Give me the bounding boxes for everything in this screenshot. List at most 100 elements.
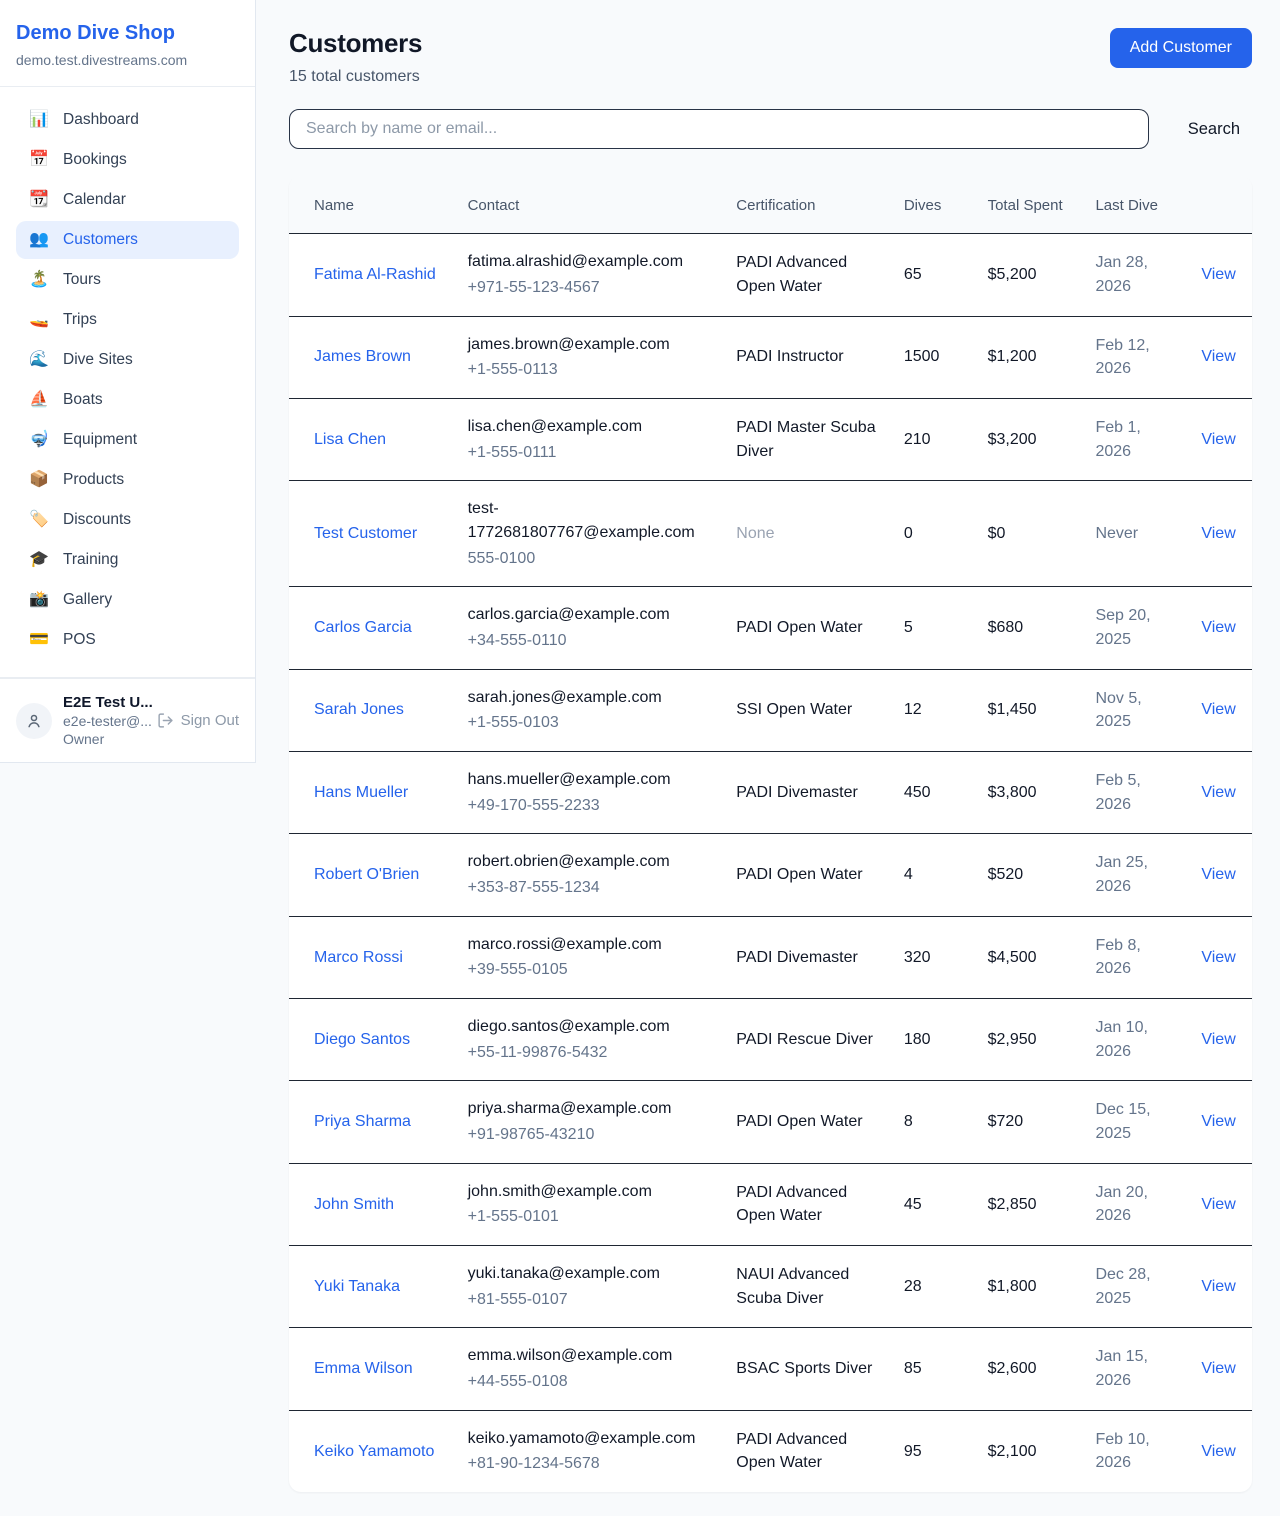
customer-name-link[interactable]: Sarah Jones bbox=[314, 698, 404, 722]
main-content: Customers 15 total customers Add Custome… bbox=[256, 0, 1280, 1516]
customer-name-link[interactable]: Fatima Al-Rashid bbox=[314, 263, 436, 287]
col-certification: Certification bbox=[724, 176, 892, 234]
customer-name-link[interactable]: Keiko Yamamoto bbox=[314, 1440, 434, 1464]
table-row: Fatima Al-Rashid fatima.alrashid@example… bbox=[289, 234, 1252, 316]
table-row: Priya Sharma priya.sharma@example.com +9… bbox=[289, 1081, 1252, 1163]
customer-last-dive: Dec 28, 2025 bbox=[1083, 1246, 1189, 1328]
view-link[interactable]: View bbox=[1201, 525, 1235, 542]
view-link[interactable]: View bbox=[1201, 949, 1235, 966]
customer-phone: +1-555-0103 bbox=[468, 711, 713, 735]
view-link[interactable]: View bbox=[1201, 701, 1235, 718]
customer-email: lisa.chen@example.com bbox=[468, 415, 713, 439]
customer-last-dive: Feb 12, 2026 bbox=[1083, 316, 1189, 398]
customer-name-link[interactable]: Carlos Garcia bbox=[314, 616, 412, 640]
user-icon bbox=[25, 712, 43, 730]
customer-name-link[interactable]: Priya Sharma bbox=[314, 1110, 411, 1134]
customer-name-link[interactable]: James Brown bbox=[314, 345, 411, 369]
sign-out-label: Sign Out bbox=[181, 712, 239, 729]
customer-phone: +55-11-99876-5432 bbox=[468, 1041, 713, 1065]
customer-name-link[interactable]: Test Customer bbox=[314, 522, 417, 546]
customer-name-link[interactable]: Emma Wilson bbox=[314, 1357, 413, 1381]
view-link[interactable]: View bbox=[1201, 1196, 1235, 1213]
customer-phone: +81-90-1234-5678 bbox=[468, 1452, 713, 1476]
view-link[interactable]: View bbox=[1201, 431, 1235, 448]
search-input[interactable] bbox=[289, 109, 1149, 149]
customer-total-spent: $1,800 bbox=[976, 1246, 1084, 1328]
view-link[interactable]: View bbox=[1201, 1443, 1235, 1460]
customer-last-dive: Nov 5, 2025 bbox=[1083, 669, 1189, 751]
customer-certification: PADI Open Water bbox=[724, 587, 892, 669]
customer-email: yuki.tanaka@example.com bbox=[468, 1262, 713, 1286]
view-link[interactable]: View bbox=[1201, 348, 1235, 365]
sidebar-item-tours[interactable]: 🏝️ Tours bbox=[16, 261, 239, 299]
sidebar-item-discounts[interactable]: 🏷️ Discounts bbox=[16, 501, 239, 539]
search-button[interactable]: Search bbox=[1176, 112, 1252, 147]
sidebar-item-dive-sites[interactable]: 🌊 Dive Sites bbox=[16, 341, 239, 379]
customer-phone: +971-55-123-4567 bbox=[468, 276, 713, 300]
sidebar-item-training[interactable]: 🎓 Training bbox=[16, 541, 239, 579]
user-info: E2E Test U... e2e-tester@... Owner bbox=[63, 694, 146, 747]
sidebar-item-pos[interactable]: 💳 POS bbox=[16, 621, 239, 659]
col-total-spent: Total Spent bbox=[976, 176, 1084, 234]
customer-phone: +34-555-0110 bbox=[468, 629, 713, 653]
customer-email: sarah.jones@example.com bbox=[468, 686, 713, 710]
view-link[interactable]: View bbox=[1201, 1113, 1235, 1130]
view-link[interactable]: View bbox=[1201, 1278, 1235, 1295]
add-customer-button[interactable]: Add Customer bbox=[1110, 28, 1252, 68]
customer-name-link[interactable]: John Smith bbox=[314, 1193, 394, 1217]
customer-total-spent: $0 bbox=[976, 481, 1084, 587]
customer-name-link[interactable]: Robert O'Brien bbox=[314, 863, 419, 887]
sidebar-item-products[interactable]: 📦 Products bbox=[16, 461, 239, 499]
sidebar-item-calendar[interactable]: 📆 Calendar bbox=[16, 181, 239, 219]
brand: Demo Dive Shop demo.test.divestreams.com bbox=[0, 0, 255, 86]
customer-dives: 4 bbox=[892, 834, 976, 916]
sidebar-item-boats[interactable]: ⛵ Boats bbox=[16, 381, 239, 419]
customer-phone: 555-0100 bbox=[468, 547, 713, 571]
equipment-icon: 🤿 bbox=[28, 432, 50, 448]
table-header: Name Contact Certification Dives Total S… bbox=[289, 176, 1252, 234]
customer-name-link[interactable]: Diego Santos bbox=[314, 1028, 410, 1052]
sidebar-item-dashboard[interactable]: 📊 Dashboard bbox=[16, 101, 239, 139]
customers-icon: 👥 bbox=[28, 232, 50, 248]
customer-name-link[interactable]: Marco Rossi bbox=[314, 946, 403, 970]
table-row: Sarah Jones sarah.jones@example.com +1-5… bbox=[289, 669, 1252, 751]
customer-dives: 65 bbox=[892, 234, 976, 316]
customer-last-dive: Jan 25, 2026 bbox=[1083, 834, 1189, 916]
shop-domain: demo.test.divestreams.com bbox=[16, 52, 239, 68]
view-link[interactable]: View bbox=[1201, 619, 1235, 636]
user-section: E2E Test U... e2e-tester@... Owner Sign … bbox=[0, 678, 255, 762]
view-link[interactable]: View bbox=[1201, 266, 1235, 283]
sidebar: Demo Dive Shop demo.test.divestreams.com… bbox=[0, 0, 256, 763]
pos-icon: 💳 bbox=[28, 632, 50, 648]
customer-certification: PADI Master Scuba Diver bbox=[724, 398, 892, 480]
sidebar-item-customers[interactable]: 👥 Customers bbox=[16, 221, 239, 259]
col-contact: Contact bbox=[456, 176, 725, 234]
customer-last-dive: Never bbox=[1083, 481, 1189, 587]
table-row: Keiko Yamamoto keiko.yamamoto@example.co… bbox=[289, 1410, 1252, 1492]
customer-name-link[interactable]: Hans Mueller bbox=[314, 781, 408, 805]
customers-table-card: Name Contact Certification Dives Total S… bbox=[289, 176, 1252, 1492]
tours-icon: 🏝️ bbox=[28, 272, 50, 288]
sidebar-item-equipment[interactable]: 🤿 Equipment bbox=[16, 421, 239, 459]
sidebar-item-trips[interactable]: 🚤 Trips bbox=[16, 301, 239, 339]
avatar bbox=[16, 703, 52, 739]
customer-total-spent: $720 bbox=[976, 1081, 1084, 1163]
sidebar-item-gallery[interactable]: 📸 Gallery bbox=[16, 581, 239, 619]
view-link[interactable]: View bbox=[1201, 784, 1235, 801]
dashboard-icon: 📊 bbox=[28, 112, 50, 128]
view-link[interactable]: View bbox=[1201, 1360, 1235, 1377]
sign-out-button[interactable]: Sign Out bbox=[157, 712, 239, 729]
customer-certification: PADI Divemaster bbox=[724, 751, 892, 833]
customer-certification: PADI Open Water bbox=[724, 1081, 892, 1163]
table-row: James Brown james.brown@example.com +1-5… bbox=[289, 316, 1252, 398]
customer-phone: +49-170-555-2233 bbox=[468, 794, 713, 818]
customer-name-link[interactable]: Yuki Tanaka bbox=[314, 1275, 400, 1299]
customer-name-link[interactable]: Lisa Chen bbox=[314, 428, 386, 452]
training-icon: 🎓 bbox=[28, 552, 50, 568]
customer-total-spent: $3,800 bbox=[976, 751, 1084, 833]
view-link[interactable]: View bbox=[1201, 866, 1235, 883]
view-link[interactable]: View bbox=[1201, 1031, 1235, 1048]
discounts-icon: 🏷️ bbox=[28, 512, 50, 528]
trips-icon: 🚤 bbox=[28, 312, 50, 328]
sidebar-item-bookings[interactable]: 📅 Bookings bbox=[16, 141, 239, 179]
